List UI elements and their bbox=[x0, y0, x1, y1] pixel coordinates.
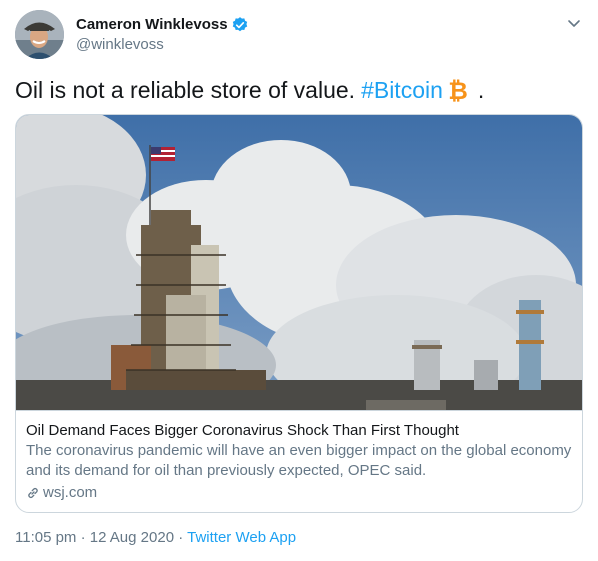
tweet-date[interactable]: 12 Aug 2020 bbox=[90, 529, 174, 546]
tweet-time[interactable]: 11:05 pm bbox=[15, 529, 76, 546]
link-icon bbox=[28, 487, 38, 499]
verified-badge-icon bbox=[231, 16, 249, 34]
card-domain[interactable]: wsj.com bbox=[43, 483, 97, 503]
tweet-trailing-text: . bbox=[477, 77, 485, 103]
author-name[interactable]: Cameron Winklevoss bbox=[76, 15, 228, 34]
avatar-image bbox=[15, 10, 64, 59]
card-body[interactable]: Oil Demand Faces Bigger Coronavirus Shoc… bbox=[26, 421, 576, 503]
author-handle[interactable]: @winklevoss bbox=[76, 35, 164, 54]
refinery-photo bbox=[16, 115, 582, 410]
meta-separator: · bbox=[80, 529, 86, 546]
author-name-row[interactable]: Cameron Winklevoss bbox=[76, 15, 249, 34]
tweet: Cameron Winklevoss @winklevoss Oil is no… bbox=[0, 0, 598, 561]
card-title[interactable]: Oil Demand Faces Bigger Coronavirus Shoc… bbox=[26, 421, 576, 441]
card-description: The coronavirus pandemic will have an ev… bbox=[26, 442, 572, 479]
card-image[interactable] bbox=[16, 115, 582, 411]
tweet-meta: 11:05 pm · 12 Aug 2020 · Twitter Web App bbox=[15, 528, 296, 548]
meta-separator-2: · bbox=[178, 529, 184, 546]
tweet-source-link[interactable]: Twitter Web App bbox=[187, 529, 296, 546]
hashtag-link[interactable]: #Bitcoin bbox=[361, 75, 443, 105]
chevron-down-icon[interactable] bbox=[564, 13, 584, 33]
tweet-body-text: Oil is not a reliable store of value. bbox=[15, 77, 356, 103]
bitcoin-icon: ₿ bbox=[447, 77, 469, 105]
tweet-text: Oil is not a reliable store of value. #B… bbox=[15, 75, 484, 105]
link-card[interactable]: Oil Demand Faces Bigger Coronavirus Shoc… bbox=[15, 114, 583, 513]
avatar[interactable] bbox=[15, 10, 64, 59]
card-domain-row[interactable]: wsj.com bbox=[26, 483, 576, 503]
svg-text:₿: ₿ bbox=[448, 77, 468, 103]
